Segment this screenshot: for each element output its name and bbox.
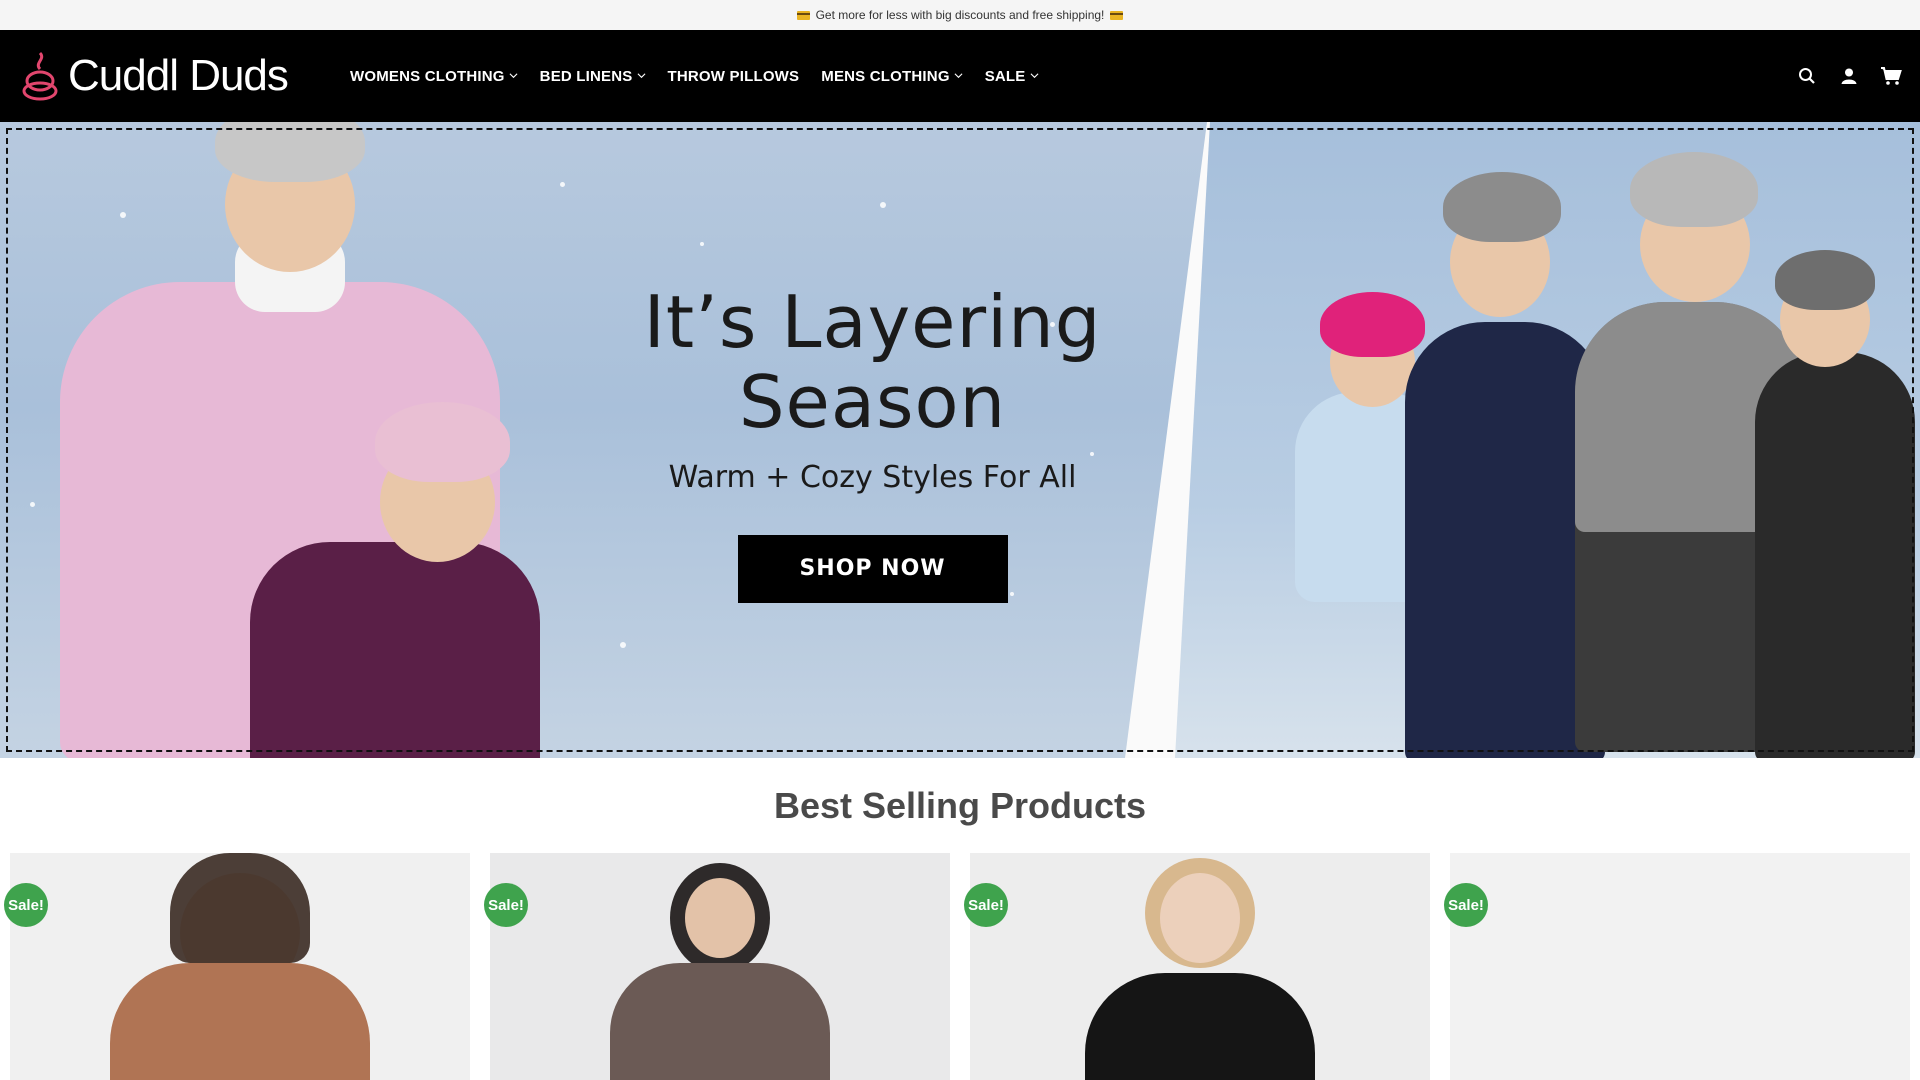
snowflake	[30, 502, 35, 507]
sale-badge: Sale!	[484, 883, 528, 927]
snowflake	[620, 642, 626, 648]
hero-banner[interactable]: It’s Layering Season Warm + Cozy Styles …	[0, 122, 1920, 758]
brand-logo[interactable]: Cuddl Duds	[20, 48, 289, 104]
product-card[interactable]	[490, 853, 950, 1080]
site-header: Cuddl Duds WOMENS CLOTHING BED LINENS TH…	[0, 30, 1920, 122]
sale-badge: Sale!	[4, 883, 48, 927]
nav-item-sale[interactable]: SALE	[985, 68, 1039, 85]
hero-title-line: Season	[738, 360, 1007, 444]
nav-item-label: MENS CLOTHING	[821, 67, 950, 85]
hero-subtitle: Warm + Cozy Styles For All	[668, 460, 1077, 495]
product-image	[110, 963, 370, 1080]
nav-item-label: WOMENS CLOTHING	[350, 67, 505, 85]
search-icon[interactable]	[1796, 65, 1818, 87]
product-image	[1085, 973, 1315, 1080]
product-grid: Sale! Sale! Sale! Sale!	[4, 853, 1910, 1080]
hero-title-line: It’s Layering	[643, 280, 1102, 364]
product-card[interactable]	[970, 853, 1430, 1080]
product-card[interactable]	[10, 853, 470, 1080]
promo-text: Get more for less with big discounts and…	[815, 8, 1105, 22]
product-image	[170, 853, 310, 963]
sale-badge: Sale!	[964, 883, 1008, 927]
product-image	[1160, 873, 1240, 963]
chevron-down-icon	[637, 72, 645, 78]
hero-copy: It’s Layering Season Warm + Cozy Styles …	[600, 282, 1145, 603]
snowflake	[560, 182, 565, 187]
product-image	[685, 878, 755, 958]
snowflake	[120, 212, 126, 218]
nav-item-label: BED LINENS	[539, 67, 633, 85]
header-actions	[1776, 30, 1902, 122]
brand-name: Cuddl Duds	[68, 51, 289, 100]
nav-item-label: THROW PILLOWS	[667, 67, 800, 85]
main-nav: WOMENS CLOTHING BED LINENS THROW PILLOWS…	[350, 30, 1061, 122]
snowflake	[880, 202, 886, 208]
snowflake	[700, 242, 704, 246]
product-card[interactable]	[1450, 853, 1910, 1080]
section-title: Best Selling Products	[773, 785, 1147, 826]
shop-now-button[interactable]: SHOP NOW	[737, 535, 1008, 603]
credit-card-icon	[796, 10, 810, 20]
cart-icon[interactable]	[1880, 65, 1902, 87]
nav-item-label: SALE	[984, 67, 1026, 85]
logo-swirl-icon	[22, 51, 58, 101]
product-image	[610, 963, 830, 1080]
nav-item-womens-clothing[interactable]: WOMENS CLOTHING	[350, 68, 518, 85]
promo-bar: Get more for less with big discounts and…	[0, 0, 1920, 30]
chevron-down-icon	[1030, 72, 1038, 78]
credit-card-icon	[1110, 10, 1124, 20]
chevron-down-icon	[954, 72, 963, 78]
nav-item-bed-linens[interactable]: BED LINENS	[540, 68, 646, 85]
account-icon[interactable]	[1838, 65, 1860, 87]
sale-badge: Sale!	[1444, 883, 1488, 927]
nav-item-mens-clothing[interactable]: MENS CLOTHING	[821, 67, 963, 85]
hero-family-photo	[1175, 122, 1920, 758]
hero-title: It’s Layering Season	[600, 282, 1145, 442]
nav-item-throw-pillows[interactable]: THROW PILLOWS	[668, 68, 800, 85]
chevron-down-icon	[509, 72, 518, 78]
